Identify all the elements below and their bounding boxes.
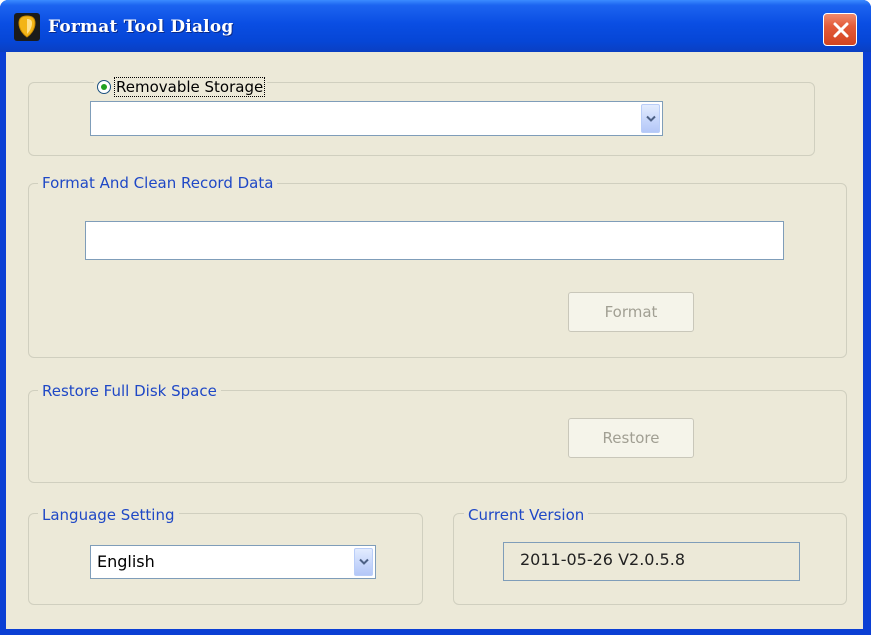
removable-storage-radio[interactable]: Removable Storage [94,76,268,98]
language-select-value: English [97,552,155,571]
dialog-client-area: Removable Storage Format And Clean Recor… [6,52,863,629]
restore-button[interactable]: Restore [568,418,694,458]
language-select[interactable]: English [90,545,376,579]
drive-select[interactable] [90,101,663,136]
title-bar[interactable]: Format Tool Dialog [0,0,871,52]
language-group-label: Language Setting [38,506,179,524]
version-value: 2011-05-26 V2.0.5.8 [520,550,685,569]
close-x-icon [833,22,849,38]
format-tool-window: Format Tool Dialog Removable Storage For… [0,0,871,635]
language-select-dropdown-button[interactable] [354,548,373,576]
close-button[interactable] [823,13,857,46]
chevron-down-icon [359,558,369,565]
restore-groupbox [28,390,847,483]
format-groupbox [28,183,847,358]
chevron-down-icon [646,115,656,122]
version-display: 2011-05-26 V2.0.5.8 [503,542,800,581]
format-group-label: Format And Clean Record Data [38,174,278,192]
app-shield-icon [14,13,40,41]
radio-button-selected[interactable] [97,80,111,94]
drive-select-dropdown-button[interactable] [641,104,660,133]
format-button[interactable]: Format [568,292,694,332]
removable-storage-label: Removable Storage [113,77,266,97]
version-group-label: Current Version [464,506,589,524]
restore-group-label: Restore Full Disk Space [38,382,221,400]
window-title: Format Tool Dialog [48,17,234,37]
format-record-field[interactable] [85,221,784,260]
